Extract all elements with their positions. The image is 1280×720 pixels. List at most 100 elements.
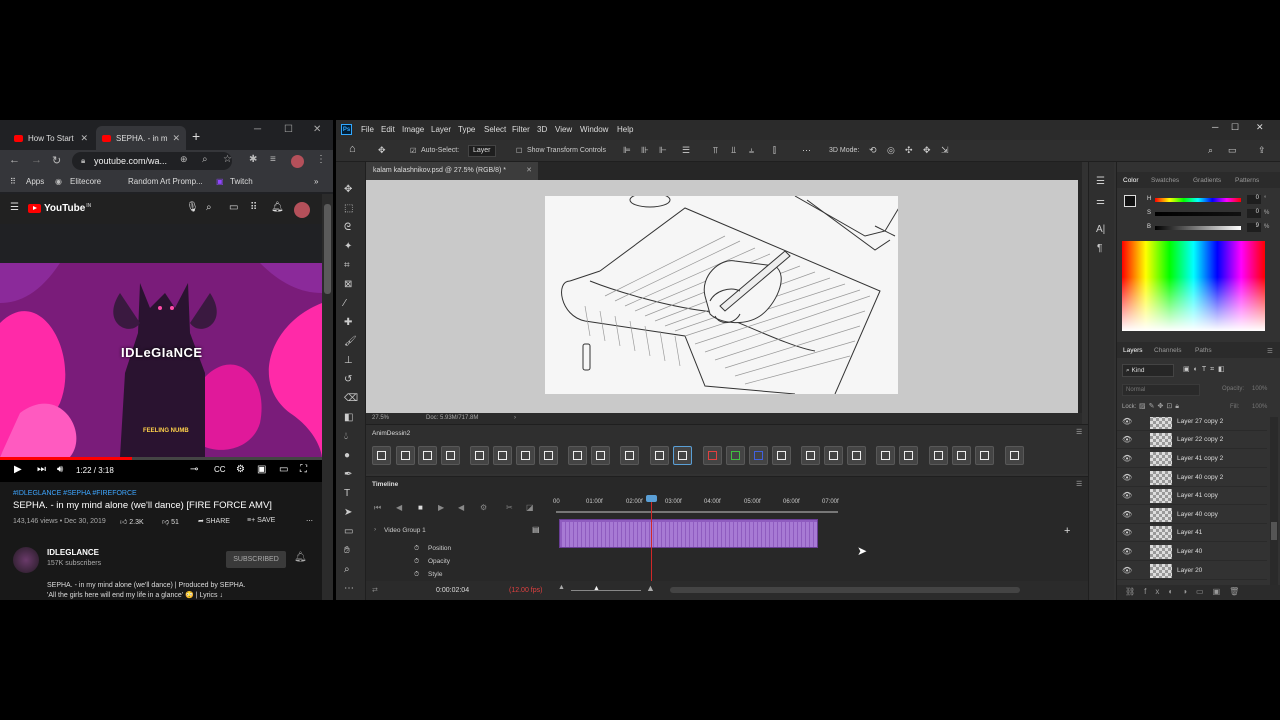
paint-bucket-tool-icon[interactable]: ◧ [344,412,353,423]
menu-view[interactable]: View [555,125,572,134]
tab-gradients[interactable]: Gradients [1193,177,1221,184]
canvas-area[interactable] [366,180,1078,413]
history-brush-tool-icon[interactable]: ↺ [344,374,352,385]
healing-brush-tool-icon[interactable]: ✚ [344,317,352,328]
anim-btn-4[interactable] [441,446,460,465]
frame-tool-icon[interactable]: ⊠ [344,279,352,290]
eraser-tool-icon[interactable]: ⌫ [344,393,358,404]
anim-btn-1[interactable] [372,446,391,465]
layer-row[interactable]: 👁︎ Layer 20 [1117,562,1267,580]
anim-btn-blue[interactable] [749,446,768,465]
anim-btn-red[interactable] [703,446,722,465]
anim-btn-2[interactable] [396,446,415,465]
menu-3d[interactable]: 3D [537,125,547,134]
bookmark-random-art[interactable]: Random Art Promp... [128,177,203,186]
type-tool-icon[interactable]: T [344,488,350,499]
create-video-icon[interactable]: ▭ [229,202,238,213]
minimize-icon[interactable]: ─ [254,124,261,135]
back-icon[interactable]: ← [9,154,20,166]
workspace-icon[interactable]: ▭ [1228,145,1237,156]
align-right-icon[interactable]: ⊩ [659,145,667,156]
auto-select-checkbox[interactable]: ☑ [410,147,416,155]
ps-close-icon[interactable]: ✕ [1256,122,1264,133]
visibility-eye-icon[interactable]: 👁︎ [1122,473,1132,482]
marquee-tool-icon[interactable]: ⬚ [344,203,353,214]
anim-btn-21[interactable] [876,446,895,465]
path-selection-tool-icon[interactable]: ➤ [344,507,352,518]
menu-select[interactable]: Select [484,125,506,134]
menu-filter[interactable]: Filter [512,125,530,134]
layer-row[interactable]: 👁︎ Layer 41 copy [1117,487,1267,505]
fullscreen-icon[interactable]: ⛶ [300,464,307,475]
bookmark-elitecore[interactable]: Elitecore [70,177,101,186]
scrollbar-thumb[interactable] [324,204,331,294]
tab-paths[interactable]: Paths [1195,347,1212,354]
anim-btn-6[interactable] [493,446,512,465]
home-icon[interactable]: ⌂ [349,143,356,155]
anim-btn-23[interactable] [929,446,948,465]
video-player[interactable]: IDLeGIaNCE FEELING NUMB [0,263,322,457]
dislike-button[interactable]: 👎︎ 51 [162,517,179,526]
notifications-icon[interactable]: 🔔︎ [271,202,284,213]
ps-search-icon[interactable]: ⌕ [1208,145,1213,156]
playhead-line[interactable] [651,497,652,583]
share-icon[interactable]: ⇪ [1258,145,1266,156]
close-window-icon[interactable]: ✕ [313,124,321,135]
layer-row[interactable]: 👁︎ Layer 27 copy 2 [1117,417,1267,431]
expand-chevron-icon[interactable]: › [374,526,376,533]
video-hashtags[interactable]: #IDLEGLANCE #SEPHA #FIREFORCE [13,490,137,497]
visibility-eye-icon[interactable]: 👁︎ [1122,435,1132,444]
stopwatch-icon[interactable]: ⏱︎ [414,545,419,553]
pen-tool-icon[interactable]: ✒ [344,469,352,480]
video-clip-track[interactable] [559,519,818,548]
anim-btn-24[interactable] [952,446,971,465]
stopwatch-icon[interactable]: ⏱︎ [414,571,419,579]
zoom-icon[interactable]: ⌕ [202,154,208,165]
miniplayer-icon[interactable]: ▣ [257,464,266,475]
browser-tab-2[interactable]: SEPHA. - in m ✕ [96,126,186,150]
forward-icon[interactable]: → [31,154,42,166]
saturation-slider[interactable] [1155,212,1241,216]
layers-scroll-thumb[interactable] [1271,522,1277,540]
autoplay-toggle-icon[interactable]: ⊸ [190,464,198,475]
magic-wand-tool-icon[interactable]: ✦ [344,241,352,252]
auto-select-dropdown[interactable]: Layer [468,145,496,157]
browser-tab-1[interactable]: How To Start ✕ [8,126,94,150]
menu-layer[interactable]: Layer [431,125,451,134]
share-button[interactable]: ➦ SHARE [198,517,230,525]
brightness-slider[interactable] [1155,226,1241,230]
search-icon[interactable]: ⌕ [206,202,212,213]
visibility-eye-icon[interactable]: 👁︎ [1122,547,1132,556]
document-tab[interactable]: kalam kalashnikov.psd @ 27.5% (RGB/8) * … [366,162,538,180]
url-input[interactable]: 🔒︎ youtube.com/wa... [72,152,232,170]
timeline-menu-icon[interactable]: ☰ [1076,480,1082,488]
extensions-icon[interactable]: ✱ [249,154,257,165]
anim-btn-19[interactable] [824,446,843,465]
blur-tool-icon[interactable]: 💧︎ [344,431,348,442]
align-left-icon[interactable]: ⊫ [623,145,631,156]
distribute-vertical-icon[interactable]: ⫿ [773,145,776,156]
zoom-level[interactable]: 27.5% [372,415,389,421]
first-frame-icon[interactable]: ⏮︎ [374,503,381,513]
bookmark-twitch[interactable]: Twitch [230,177,253,186]
align-bottom-icon[interactable]: ⫨ [749,145,754,156]
add-track-icon[interactable]: + [1064,525,1070,537]
anim-btn-25[interactable] [975,446,994,465]
clone-stamp-tool-icon[interactable]: ⊥ [344,355,353,366]
foreground-color-swatch[interactable] [1124,195,1136,207]
hand-tool-icon[interactable]: ✋︎ [344,545,350,556]
more-options-icon[interactable]: ⋯ [802,145,811,156]
eyedropper-tool-icon[interactable]: ⁄ [344,298,346,309]
fill-value[interactable]: 100% [1252,404,1267,410]
bookmark-apps[interactable]: Apps [26,177,44,186]
distribute-icon[interactable]: ☰ [682,145,690,156]
video-group-label[interactable]: Video Group 1 [384,527,426,534]
prev-frame-icon[interactable]: ◀ [396,503,402,512]
tab-channels[interactable]: Channels [1154,347,1181,354]
menu-file[interactable]: File [361,125,374,134]
settings-icon[interactable]: ⚙ [480,503,487,512]
sketch-canvas[interactable] [545,196,898,394]
layer-row[interactable]: 👁︎ Layer 22 copy 2 [1117,431,1267,449]
panel-menu-icon[interactable]: ☰ [1076,428,1082,436]
history-panel-icon[interactable]: ☰ [1096,176,1105,187]
